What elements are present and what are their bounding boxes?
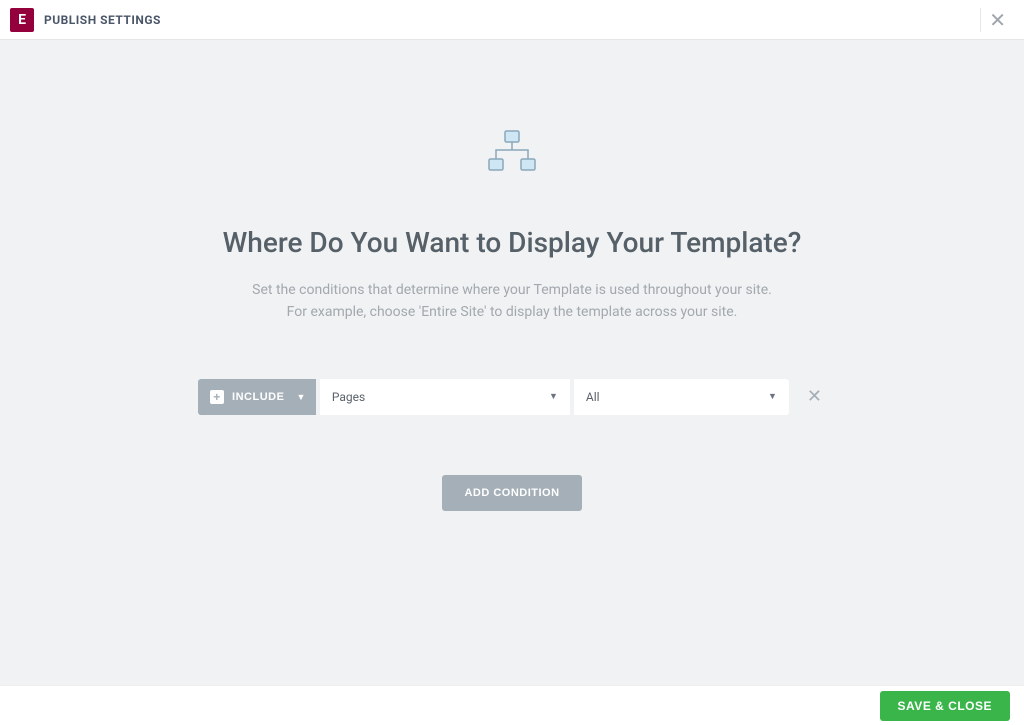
plus-icon: +	[210, 390, 224, 404]
chevron-down-icon: ▼	[768, 391, 777, 402]
modal-footer: SAVE & CLOSE	[0, 685, 1024, 725]
close-button[interactable]: ✕	[980, 8, 1014, 32]
close-icon: ✕	[807, 386, 822, 407]
remove-condition-button[interactable]: ✕	[803, 382, 826, 411]
include-label: INCLUDE	[232, 391, 284, 403]
condition-target-select[interactable]: All ▼	[574, 379, 789, 415]
scope-value: Pages	[332, 390, 365, 404]
chevron-down-icon: ▼	[296, 392, 305, 402]
subtitle-line1: Set the conditions that determine where …	[252, 279, 772, 301]
page-heading: Where Do You Want to Display Your Templa…	[223, 226, 802, 259]
page-subtitle: Set the conditions that determine where …	[252, 279, 772, 324]
modal-header: E PUBLISH SETTINGS ✕	[0, 0, 1024, 40]
main-content: Where Do You Want to Display Your Templa…	[0, 40, 1024, 685]
condition-row: + INCLUDE ▼ Pages ▼ All ▼ ✕	[198, 379, 826, 415]
logo-letter: E	[18, 12, 26, 28]
save-close-button[interactable]: SAVE & CLOSE	[880, 691, 1010, 721]
add-condition-button[interactable]: ADD CONDITION	[442, 475, 581, 511]
condition-scope-select[interactable]: Pages ▼	[320, 379, 570, 415]
include-toggle[interactable]: + INCLUDE ▼	[198, 379, 316, 415]
close-icon: ✕	[989, 8, 1006, 32]
elementor-logo: E	[10, 8, 34, 32]
subtitle-line2: For example, choose 'Entire Site' to dis…	[252, 301, 772, 323]
modal-title: PUBLISH SETTINGS	[44, 13, 161, 27]
target-value: All	[586, 390, 600, 404]
sitemap-icon	[487, 130, 537, 176]
chevron-down-icon: ▼	[549, 391, 558, 402]
header-left: E PUBLISH SETTINGS	[10, 8, 161, 32]
